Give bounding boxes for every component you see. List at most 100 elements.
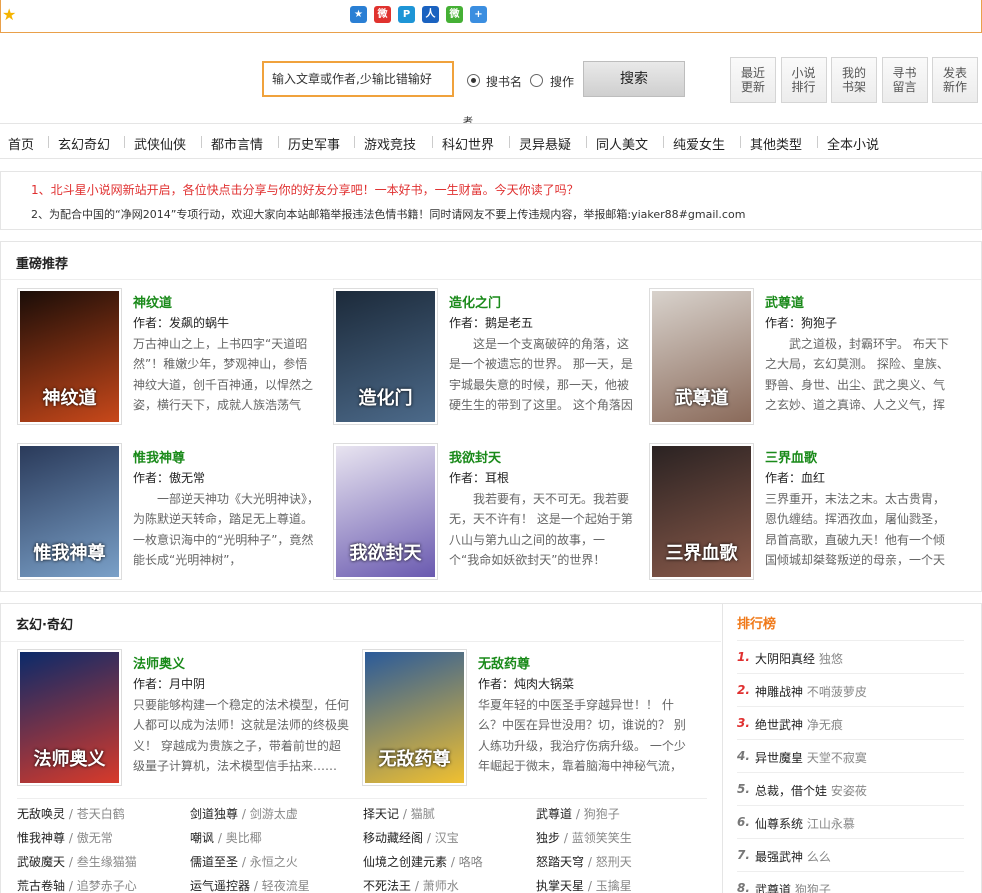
ranking-item-title[interactable]: 异世魔皇 [755,751,803,765]
featured-book-4-intro: 我若要有，天不可无。我若要无，天不许有！ 这是一个起始于第八山与第九山之间的故事… [449,492,633,567]
featured-book-3-cover[interactable]: 惟我神尊 [17,443,122,580]
ranking-item[interactable]: 异世魔皇 天堂不寂寞 [755,749,867,766]
fantasy-list-title[interactable]: 武尊道 [536,807,572,821]
fantasy-list-title[interactable]: 不死法王 [363,879,411,893]
fantasy-list-item[interactable]: 剑道独尊 / 剑游太虚 [190,805,298,822]
fantasy-book-0-title[interactable]: 法师奥义 [133,653,185,672]
fantasy-list-title[interactable]: 怒踏天穹 [536,855,584,869]
search-by-author-radio[interactable] [530,74,543,87]
more-share-icon[interactable]: + [470,6,487,23]
search-input[interactable]: 输入文章或作者,少输比错输好 [262,61,454,97]
fantasy-list-item[interactable]: 独步 / 蓝领笑笑生 [536,829,632,846]
ranking-item[interactable]: 绝世武神 净无痕 [755,716,843,733]
nav-item-4[interactable]: 历史军事 [288,134,340,153]
featured-book-0-title[interactable]: 神纹道 [133,292,172,311]
nav-item-7[interactable]: 灵异悬疑 [519,134,571,153]
featured-book-1-author: 作者：鹅是老五 [449,316,534,330]
featured-book-4-title[interactable]: 我欲封天 [449,447,501,466]
fantasy-list-item[interactable]: 惟我神尊 / 傲无常 [17,829,113,846]
ranking-item-title[interactable]: 武尊道 [755,883,791,893]
tencent-weibo-icon[interactable]: P [398,6,415,23]
fantasy-list-item[interactable]: 无敌唤灵 / 苍天白鹤 [17,805,125,822]
ranking-item[interactable]: 仙尊系统 江山永慕 [755,815,855,832]
fantasy-list-item[interactable]: 移动藏经阁 / 汉宝 [363,829,459,846]
ranking-item[interactable]: 最强武神 么么 [755,848,831,865]
fantasy-list-item[interactable]: 怒踏天穹 / 怒刑天 [536,853,632,870]
nav-item-2[interactable]: 武侠仙侠 [134,134,186,153]
weibo-icon[interactable]: 微 [374,6,391,23]
fantasy-list-item[interactable]: 运气遥控器 / 轻夜流星 [190,877,310,893]
ranking-item[interactable]: 神雕战神 不哨菠萝皮 [755,683,867,700]
fantasy-list-title[interactable]: 嘲讽 [190,831,214,845]
featured-book-1-title[interactable]: 造化之门 [449,292,501,311]
fantasy-list-title[interactable]: 执掌天星 [536,879,584,893]
search-by-title-radio[interactable] [467,74,480,87]
ranking-item-title[interactable]: 仙尊系统 [755,817,803,831]
nav-item-10[interactable]: 其他类型 [750,134,802,153]
featured-book-3-intro: 一部逆天神功《大光明神诀》，为陈默逆天转命，踏足无上尊道。 一枚意识海中的“光明… [133,492,319,567]
fantasy-book-0-cover[interactable]: 法师奥义 [17,649,122,786]
qzone-icon[interactable]: ★ [350,6,367,23]
featured-book-2-title[interactable]: 武尊道 [765,292,804,311]
featured-book-0-cover[interactable]: 神纹道 [17,288,122,425]
ranking-item-title[interactable]: 总裁，借个娃 [755,784,827,798]
quick-link-4[interactable]: 发表 新作 [932,57,978,103]
fantasy-list-title[interactable]: 移动藏经阁 [363,831,423,845]
quick-link-0[interactable]: 最近 更新 [730,57,776,103]
fantasy-list-item[interactable]: 荒古卷轴 / 追梦赤子心 [17,877,137,893]
notice-1[interactable]: 1、北斗星小说网新站开启，各位快点击分享与你的好友分享吧！一本好书，一生财富。今… [31,181,579,198]
fantasy-list-title[interactable]: 儒道至圣 [190,855,238,869]
ranking-item[interactable]: 总裁，借个娃 安姿莜 [755,782,867,799]
fantasy-list-author: 叁生缘猫猫 [76,855,137,869]
ranking-item-title[interactable]: 绝世武神 [755,718,803,732]
fantasy-list-item[interactable]: 儒道至圣 / 永恒之火 [190,853,298,870]
fantasy-book-1-cover[interactable]: 无敌药尊 [362,649,467,786]
fantasy-list-title[interactable]: 荒古卷轴 [17,879,65,893]
fantasy-list-item[interactable]: 择天记 / 猫腻 [363,805,435,822]
bookmark-star-icon[interactable]: ★ [2,6,19,23]
quick-link-2[interactable]: 我的 书架 [831,57,877,103]
fantasy-list-item[interactable]: 仙境之创建元素 / 咯咯 [363,853,483,870]
fantasy-list-item[interactable]: 执掌天星 / 玉擒星 [536,877,632,893]
featured-book-3-title[interactable]: 惟我神尊 [133,447,185,466]
featured-book-4-author: 作者：耳根 [449,471,510,485]
fantasy-list-title[interactable]: 剑道独尊 [190,807,238,821]
fantasy-list-title[interactable]: 仙境之创建元素 [363,855,447,869]
nav-item-11[interactable]: 全本小说 [827,134,879,153]
fantasy-book-1-title[interactable]: 无敌药尊 [478,653,530,672]
fantasy-list-item[interactable]: 武破魔天 / 叁生缘猫猫 [17,853,137,870]
fantasy-list-title[interactable]: 武破魔天 [17,855,65,869]
ranking-divider [737,805,964,806]
featured-book-5-cover[interactable]: 三界血歌 [649,443,754,580]
nav-item-0[interactable]: 首页 [8,134,34,153]
ranking-item-title[interactable]: 神雕战神 [755,685,803,699]
fantasy-list-item[interactable]: 武尊道 / 狗狍子 [536,805,620,822]
quick-link-3[interactable]: 寻书 留言 [881,57,928,103]
search-button[interactable]: 搜索 [583,61,685,97]
fantasy-list-item[interactable]: 不死法王 / 萧师水 [363,877,459,893]
ranking-item-title[interactable]: 大阴阳真经 [755,652,815,666]
nav-item-9[interactable]: 纯爱女生 [673,134,725,153]
fantasy-list-title[interactable]: 惟我神尊 [17,831,65,845]
fantasy-list-title[interactable]: 无敌唤灵 [17,807,65,821]
ranking-item-title[interactable]: 最强武神 [755,850,803,864]
featured-book-1-cover[interactable]: 造化门 [333,288,438,425]
fantasy-list-title[interactable]: 择天记 [363,807,399,821]
featured-book-2-cover[interactable]: 武尊道 [649,288,754,425]
renren-icon[interactable]: 人 [422,6,439,23]
nav-item-8[interactable]: 同人美文 [596,134,648,153]
ranking-item[interactable]: 武尊道 狗狍子 [755,881,831,893]
fantasy-list-author: 追梦赤子心 [76,879,137,893]
featured-book-5-title[interactable]: 三界血歌 [765,447,817,466]
fantasy-list-title[interactable]: 运气遥控器 [190,879,250,893]
fantasy-list-title[interactable]: 独步 [536,831,560,845]
fantasy-list-item[interactable]: 嘲讽 / 奥比椰 [190,829,262,846]
quick-link-1[interactable]: 小说 排行 [780,57,827,103]
nav-item-6[interactable]: 科幻世界 [442,134,494,153]
nav-item-3[interactable]: 都市言情 [211,134,263,153]
nav-item-5[interactable]: 游戏竞技 [364,134,416,153]
wechat-icon[interactable]: 微 [446,6,463,23]
featured-book-4-cover[interactable]: 我欲封天 [333,443,438,580]
nav-item-1[interactable]: 玄幻奇幻 [58,134,110,153]
ranking-item[interactable]: 大阴阳真经 独悠 [755,650,843,667]
